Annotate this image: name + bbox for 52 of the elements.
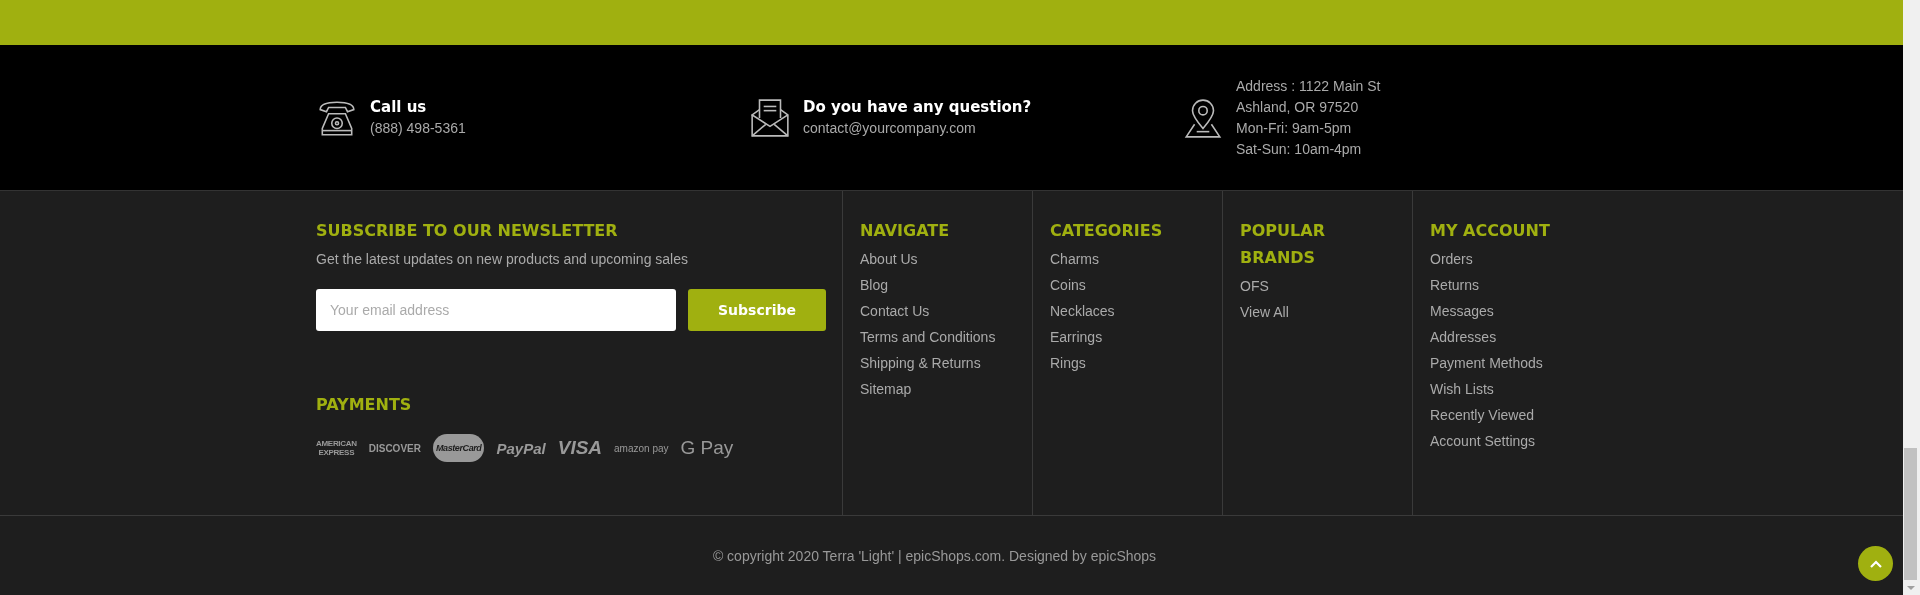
scrollbar[interactable] <box>1903 0 1920 595</box>
footer-link[interactable]: Messages <box>1430 298 1697 324</box>
column-heading: NAVIGATE <box>860 220 951 242</box>
footer-link[interactable]: Orders <box>1430 246 1697 272</box>
scroll-down-arrow-icon[interactable] <box>1906 585 1916 591</box>
scrollbar-thumb[interactable] <box>1904 448 1917 580</box>
footer-link[interactable]: Rings <box>1050 350 1206 376</box>
column-heading: POPULAR BRANDS <box>1240 220 1326 269</box>
contact-detail: contact@yourcompany.com <box>803 119 977 138</box>
payment-logo: AMERICAN EXPRESS <box>316 439 357 457</box>
footer-link[interactable]: Blog <box>860 272 1016 298</box>
footer-link[interactable]: Payment Methods <box>1430 350 1697 376</box>
footer-link[interactable]: Earrings <box>1050 324 1206 350</box>
envelope-letter-icon <box>749 96 791 139</box>
footer-link[interactable]: Charms <box>1050 246 1206 272</box>
payment-logo: G Pay <box>680 437 734 459</box>
footer-link[interactable]: Account Settings <box>1430 428 1697 454</box>
payments-heading: PAYMENTS <box>316 394 413 416</box>
payment-logo: amazon pay <box>614 442 669 454</box>
footer-link[interactable]: OFS <box>1240 273 1396 299</box>
column-heading: CATEGORIES <box>1050 220 1164 242</box>
contact-detail: Mon-Fri: 9am-5pm <box>1236 118 1353 138</box>
payment-logo: DISCOVER <box>368 442 421 454</box>
contact-detail: (888) 498-5361 <box>370 119 466 138</box>
copyright-text: © copyright 2020 Terra 'Light' | epicShops.com. Designed by epicShops <box>712 547 1157 564</box>
payment-logo: MasterCard <box>432 434 485 462</box>
contact-detail: Address : 1122 Main St <box>1236 76 1381 96</box>
footer-link[interactable]: Sitemap <box>860 376 1016 402</box>
footer-link[interactable]: Addresses <box>1430 324 1697 350</box>
newsletter-heading: SUBSCRIBE TO OUR NEWSLETTER <box>316 220 619 242</box>
footer-link[interactable]: Wish Lists <box>1430 376 1697 402</box>
column-heading: MY ACCOUNT <box>1430 220 1550 242</box>
contact-title: Do you have any question? <box>803 97 1032 118</box>
footer-link[interactable]: Recently Viewed <box>1430 402 1697 428</box>
footer-link[interactable]: Shipping & Returns <box>860 350 1016 376</box>
footer-link[interactable]: Necklaces <box>1050 298 1206 324</box>
back-to-top-button[interactable] <box>1858 546 1893 581</box>
contact-detail: Sat-Sun: 10am-4pm <box>1236 139 1363 159</box>
footer-link[interactable]: Terms and Conditions <box>860 324 1016 350</box>
map-pin-icon <box>1182 96 1224 139</box>
footer-link[interactable]: Coins <box>1050 272 1206 298</box>
newsletter-text: Get the latest updates on new products and upcoming sales <box>316 251 689 267</box>
footer-link[interactable]: About Us <box>860 246 1016 272</box>
contact-detail: Ashland, OR 97520 <box>1236 97 1360 117</box>
payment-logo: PayPal <box>496 439 546 457</box>
footer-link[interactable]: View All <box>1240 299 1396 325</box>
email-field[interactable]: Your email address <box>316 289 676 331</box>
contact-title: Call us <box>370 97 428 118</box>
chevron-up-icon <box>1868 558 1883 569</box>
footer-link[interactable]: Returns <box>1430 272 1697 298</box>
footer-link[interactable]: Contact Us <box>860 298 1016 324</box>
payment-logo: VISA <box>557 437 603 459</box>
